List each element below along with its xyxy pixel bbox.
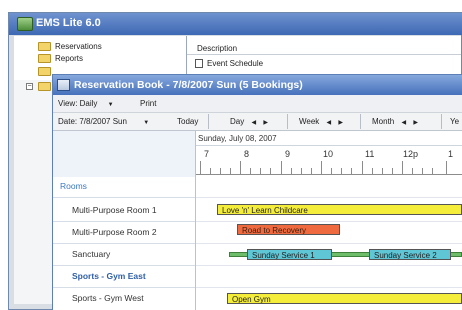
month-nav-label: Month [372, 117, 395, 126]
room-sports-gym-east[interactable]: Sports - Gym East [72, 265, 204, 287]
booking-love-n-learn[interactable]: Love 'n' Learn Childcare [217, 204, 462, 215]
room-sports-gym-west[interactable]: Sports - Gym West [72, 287, 204, 309]
tree-item-reservations[interactable]: Reservations [38, 41, 102, 53]
dropdown-arrow-icon: ▼ [107, 102, 114, 108]
calendar-icon [57, 79, 70, 91]
hour-label: 11 [365, 149, 375, 159]
document-icon [195, 59, 203, 69]
row-divider [196, 265, 462, 266]
hour-label: 7 [204, 149, 210, 159]
chevron-left-icon[interactable]: ◀ [327, 120, 332, 126]
toolbar-separator [441, 114, 442, 129]
folder-icon[interactable] [38, 67, 51, 76]
dropdown-arrow-icon: ▼ [143, 120, 150, 126]
details-row-event-schedule[interactable]: Event Schedule [195, 58, 263, 70]
time-ruler [196, 161, 462, 175]
reservation-book-title: Reservation Book - 7/8/2007 Sun (5 Booki… [74, 79, 303, 91]
day-nav-label: Day [230, 117, 245, 126]
details-row-label: Event Schedule [207, 59, 264, 68]
hour-label: 9 [285, 149, 291, 159]
tick-mark [446, 161, 447, 174]
hour-label: 8 [244, 149, 250, 159]
toolbar-separator [208, 114, 209, 129]
tick-mark [281, 161, 282, 174]
month-nav: Month ◀ ▶ [372, 113, 418, 132]
chevron-left-icon[interactable]: ◀ [251, 120, 256, 126]
row-divider [53, 197, 195, 198]
ems-title: EMS Lite 6.0 [36, 17, 101, 29]
tree-item-label: Reports [55, 54, 84, 63]
hour-label: 12p [403, 149, 419, 159]
booking-road-to-recovery[interactable]: Road to Recovery [237, 224, 340, 235]
booking-open-gym[interactable]: Open Gym [227, 293, 462, 304]
ruler-baseline [196, 174, 462, 175]
folder-icon[interactable] [38, 82, 51, 91]
view-dropdown-label: View: Daily [58, 99, 98, 108]
hour-label: 10 [323, 149, 334, 159]
row-divider [196, 197, 462, 198]
tick-mark [200, 161, 201, 174]
print-button[interactable]: Print [140, 96, 156, 112]
tick-mark [402, 161, 403, 174]
week-nav: Week ◀ ▶ [299, 113, 343, 132]
room-multi-purpose-2[interactable]: Multi-Purpose Room 2 [72, 221, 204, 243]
folder-icon [38, 42, 51, 52]
tree-expand-icon[interactable]: − [26, 83, 33, 90]
toolbar-separator [360, 114, 361, 129]
room-multi-purpose-1[interactable]: Multi-Purpose Room 1 [72, 199, 204, 221]
rooms-column-header-area [53, 131, 195, 177]
row-divider [196, 287, 462, 288]
ems-app-icon [17, 17, 33, 31]
row-divider [196, 221, 462, 222]
row-divider [196, 243, 462, 244]
date-header: Sunday, July 08, 2007 [198, 134, 277, 143]
chevron-left-icon[interactable]: ◀ [401, 120, 406, 126]
toolbar-separator [287, 114, 288, 129]
view-toolbar [53, 96, 462, 113]
tick-mark [362, 161, 363, 174]
tick-mark [321, 161, 322, 174]
rooms-header: Rooms [60, 181, 87, 191]
tree-item-label: Reservations [55, 42, 102, 51]
tick-mark [240, 161, 241, 174]
day-nav: Day ◀ ▶ [230, 113, 268, 132]
folder-open-icon [38, 54, 51, 64]
year-nav[interactable]: Ye [450, 113, 459, 130]
today-button[interactable]: Today [177, 113, 198, 130]
chevron-right-icon[interactable]: ▶ [413, 120, 418, 126]
booking-sunday-service-1[interactable]: Sunday Service 1 [247, 249, 332, 260]
chevron-right-icon[interactable]: ▶ [263, 120, 268, 126]
chevron-right-icon[interactable]: ▶ [338, 120, 343, 126]
booking-sunday-service-2[interactable]: Sunday Service 2 [369, 249, 451, 260]
hour-label: 1 [448, 149, 454, 159]
view-dropdown[interactable]: View: Daily ▼ [58, 96, 114, 113]
week-nav-label: Week [299, 117, 320, 126]
room-sanctuary[interactable]: Sanctuary [72, 243, 204, 265]
date-picker-value: Date: 7/8/2007 Sun [58, 117, 127, 126]
description-column-header[interactable]: Description [187, 42, 461, 55]
date-picker[interactable]: Date: 7/8/2007 Sun ▼ [58, 113, 149, 132]
date-header-divider [196, 145, 462, 146]
tree-item-reports[interactable]: Reports [38, 53, 83, 65]
